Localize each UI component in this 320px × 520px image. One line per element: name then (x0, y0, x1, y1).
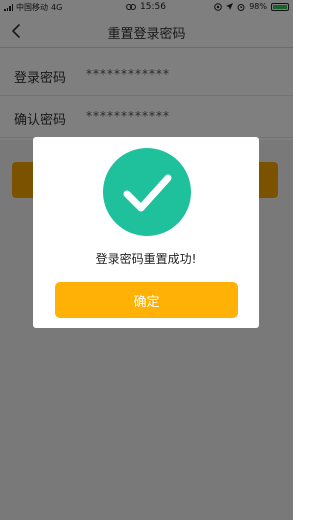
confirm-button[interactable]: 确定 (55, 282, 238, 318)
check-circle-icon (103, 148, 191, 236)
success-message: 登录密码重置成功! (95, 252, 197, 266)
success-dialog: 登录密码重置成功! 确定 (33, 137, 259, 328)
